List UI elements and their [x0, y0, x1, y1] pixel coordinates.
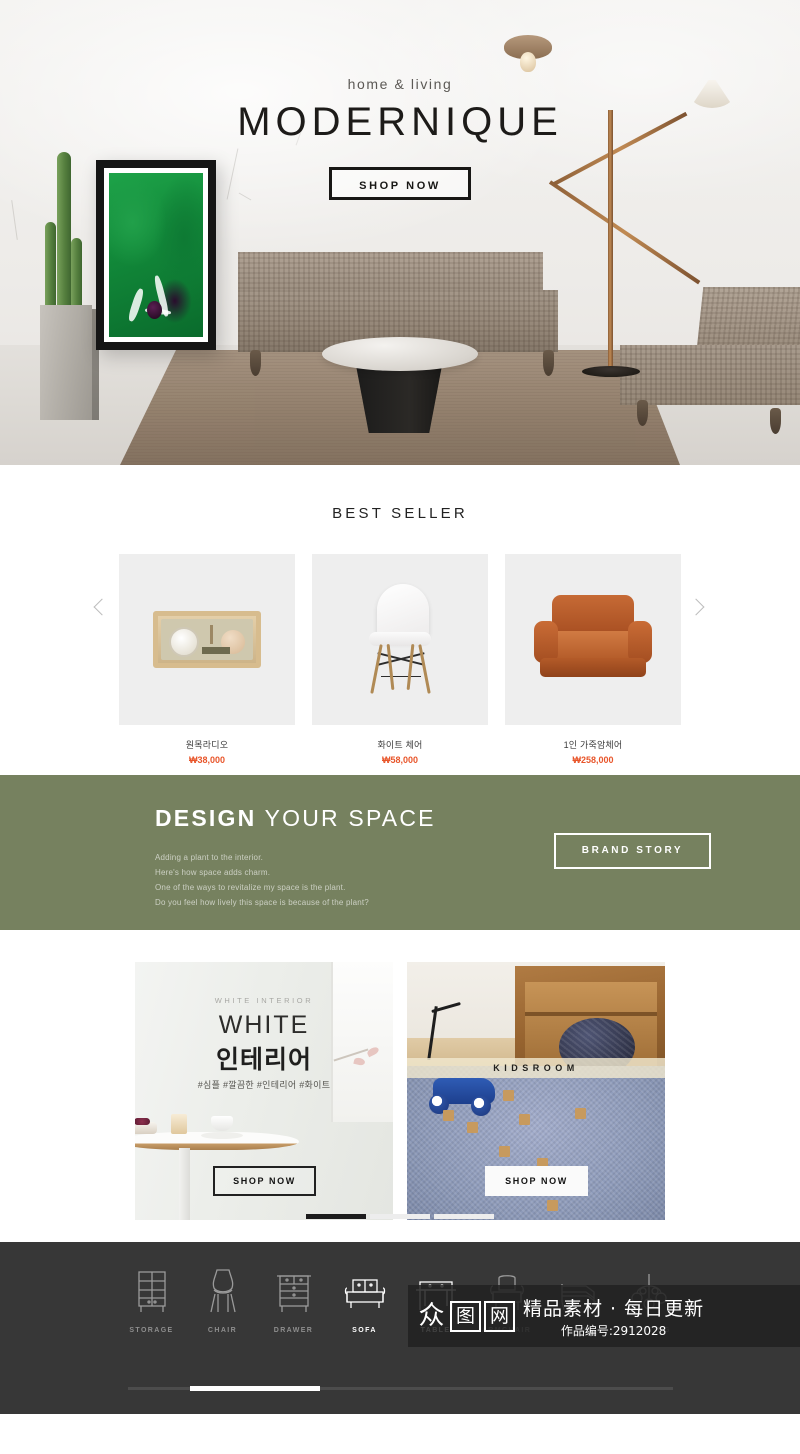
watermark-code: 作品编号:2912028: [560, 1323, 667, 1338]
category-label: STORAGE: [129, 1327, 174, 1334]
pagination-bar-3[interactable]: [434, 1214, 494, 1219]
promo-section: WHITE INTERIOR WHITE 인테리어 #심플 #깔끔한 #인테리어…: [0, 930, 800, 1242]
toy-block: [519, 1114, 530, 1125]
wooden-radio-illustration: [153, 611, 261, 668]
design-line-1: Adding a plant to the interior.: [155, 853, 264, 862]
cake-plate-illustration: [135, 1118, 157, 1134]
watermark-char-1: 众: [418, 1300, 445, 1331]
landing-page: home & living MODERNIQUE SHOP NOW BEST S…: [0, 0, 800, 1454]
product-image[interactable]: [505, 554, 681, 725]
toy-block: [443, 1110, 454, 1121]
white-chair-illustration: [363, 583, 437, 696]
table-leg: [179, 1148, 190, 1220]
cactus-plant: [71, 238, 82, 312]
storage-icon: [116, 1262, 187, 1314]
pagination-bar-2[interactable]: [370, 1214, 430, 1219]
best-seller-carousel: 원목라디오 ₩38,000 화이트 체어 ₩58,000 1인 가죽암체어 ₩2…: [0, 554, 800, 765]
category-chair[interactable]: CHAIR: [187, 1262, 258, 1334]
design-line-4: Do you feel how lively this space is bec…: [155, 898, 369, 907]
design-your-space-section: DESIGN YOUR SPACE Adding a plant to the …: [0, 775, 800, 930]
kidsroom-band: KIDSROOM: [407, 1058, 665, 1078]
design-heading-bold: DESIGN: [155, 805, 257, 831]
category-label: SOFA: [352, 1327, 377, 1334]
white-interior-card[interactable]: WHITE INTERIOR WHITE 인테리어 #심플 #깔끔한 #인테리어…: [135, 962, 393, 1220]
pagination-bar-1[interactable]: [306, 1214, 366, 1219]
product-image[interactable]: [119, 554, 295, 725]
product-card[interactable]: 원목라디오 ₩38,000: [119, 554, 295, 765]
product-price: ₩58,000: [381, 755, 419, 765]
category-sofa[interactable]: SOFA: [329, 1262, 400, 1334]
sofa-leg: [543, 350, 554, 376]
kidsroom-shop-now-button[interactable]: SHOP NOW: [485, 1166, 588, 1196]
hero-banner: home & living MODERNIQUE SHOP NOW: [0, 0, 800, 465]
chair-leg: [770, 408, 781, 434]
product-name: 원목라디오: [185, 740, 229, 750]
design-heading-rest: YOUR SPACE: [256, 805, 436, 831]
hero-kicker: home & living: [347, 76, 453, 92]
leather-armchair-illustration: [534, 594, 652, 685]
product-card[interactable]: 1인 가죽암체어 ₩258,000: [505, 554, 681, 765]
best-seller-section: BEST SELLER 원목라디오 ₩38,000 화이트 체어 ₩58,000…: [0, 465, 800, 775]
hero-sofa-seat: [238, 252, 543, 294]
lamp-base: [582, 366, 640, 377]
footer-scrollbar-thumb[interactable]: [190, 1386, 320, 1391]
toy-block: [499, 1146, 510, 1157]
category-label: CHAIR: [207, 1327, 238, 1334]
design-copy: DESIGN YOUR SPACE Adding a plant to the …: [155, 805, 436, 910]
white-card-title: WHITE: [218, 1011, 310, 1039]
toy-block: [547, 1200, 558, 1211]
hero-side-chair-seat: [620, 345, 800, 405]
watermark-logo: 众 图 网: [416, 1300, 515, 1332]
product-price: ₩258,000: [572, 755, 614, 765]
watermark-char-3: 网: [484, 1300, 515, 1332]
white-card-kicker: WHITE INTERIOR: [214, 996, 314, 1005]
product-card[interactable]: 화이트 체어 ₩58,000: [312, 554, 488, 765]
product-price: ₩38,000: [188, 755, 226, 765]
product-name: 1인 가죽암체어: [563, 740, 623, 750]
promo-card-row: WHITE INTERIOR WHITE 인테리어 #심플 #깔끔한 #인테리어…: [0, 962, 800, 1220]
brand-story-button[interactable]: BRAND STORY: [554, 833, 711, 869]
cactus-plant: [45, 222, 56, 312]
best-seller-title: BEST SELLER: [332, 505, 468, 522]
concrete-planter: [40, 305, 99, 420]
toy-block: [503, 1090, 514, 1101]
design-heading: DESIGN YOUR SPACE: [155, 805, 436, 832]
category-storage[interactable]: STORAGE: [116, 1262, 187, 1334]
hero-copy: home & living MODERNIQUE SHOP NOW: [0, 0, 800, 200]
watermark-text: 精品素材 · 每日更新 作品编号:2912028: [523, 1294, 704, 1339]
plate-illustration: [201, 1132, 243, 1139]
chevron-left-icon[interactable]: [92, 597, 114, 619]
hero-shop-now-button[interactable]: SHOP NOW: [329, 167, 471, 200]
kidsroom-band-label: KIDSROOM: [493, 1063, 579, 1073]
product-image[interactable]: [312, 554, 488, 725]
watermark-overlay: 众 图 网 精品素材 · 每日更新 作品编号:2912028: [408, 1285, 800, 1347]
kidsroom-card[interactable]: KIDSROOM SHOP NOW: [407, 962, 665, 1220]
white-card-hashtags: #심플 #깔끔한 #인테리어 #화이트: [197, 1080, 331, 1090]
drawer-icon: [258, 1262, 329, 1314]
watermark-char-2: 图: [450, 1300, 481, 1332]
design-line-2: Here's how space adds charm.: [155, 868, 271, 877]
coffee-table-top: [322, 337, 478, 371]
watermark-tagline: 精品素材 · 每日更新: [523, 1297, 705, 1320]
chair-leg: [637, 400, 648, 426]
category-drawer[interactable]: DRAWER: [258, 1262, 329, 1334]
product-name: 화이트 체어: [377, 740, 423, 750]
hero-title: MODERNIQUE: [237, 100, 563, 144]
toy-block: [575, 1108, 586, 1119]
white-card-subtitle: 인테리어: [215, 1046, 312, 1074]
cup-illustration: [211, 1116, 233, 1131]
jar-illustration: [171, 1114, 187, 1134]
chevron-right-icon[interactable]: [686, 597, 708, 619]
sofa-icon: [329, 1262, 400, 1314]
design-line-3: One of the ways to revitalize my space i…: [155, 883, 346, 892]
sofa-leg: [250, 350, 261, 376]
chair-icon: [187, 1262, 258, 1314]
white-card-shop-now-button[interactable]: SHOP NOW: [213, 1166, 316, 1196]
design-paragraph: Adding a plant to the interior. Here's h…: [155, 850, 436, 910]
hero-side-chair-back: [696, 287, 800, 349]
category-label: DRAWER: [273, 1327, 314, 1334]
promo-pagination: [0, 1214, 800, 1219]
toy-block: [467, 1122, 478, 1133]
toy-wheel: [471, 1096, 491, 1116]
